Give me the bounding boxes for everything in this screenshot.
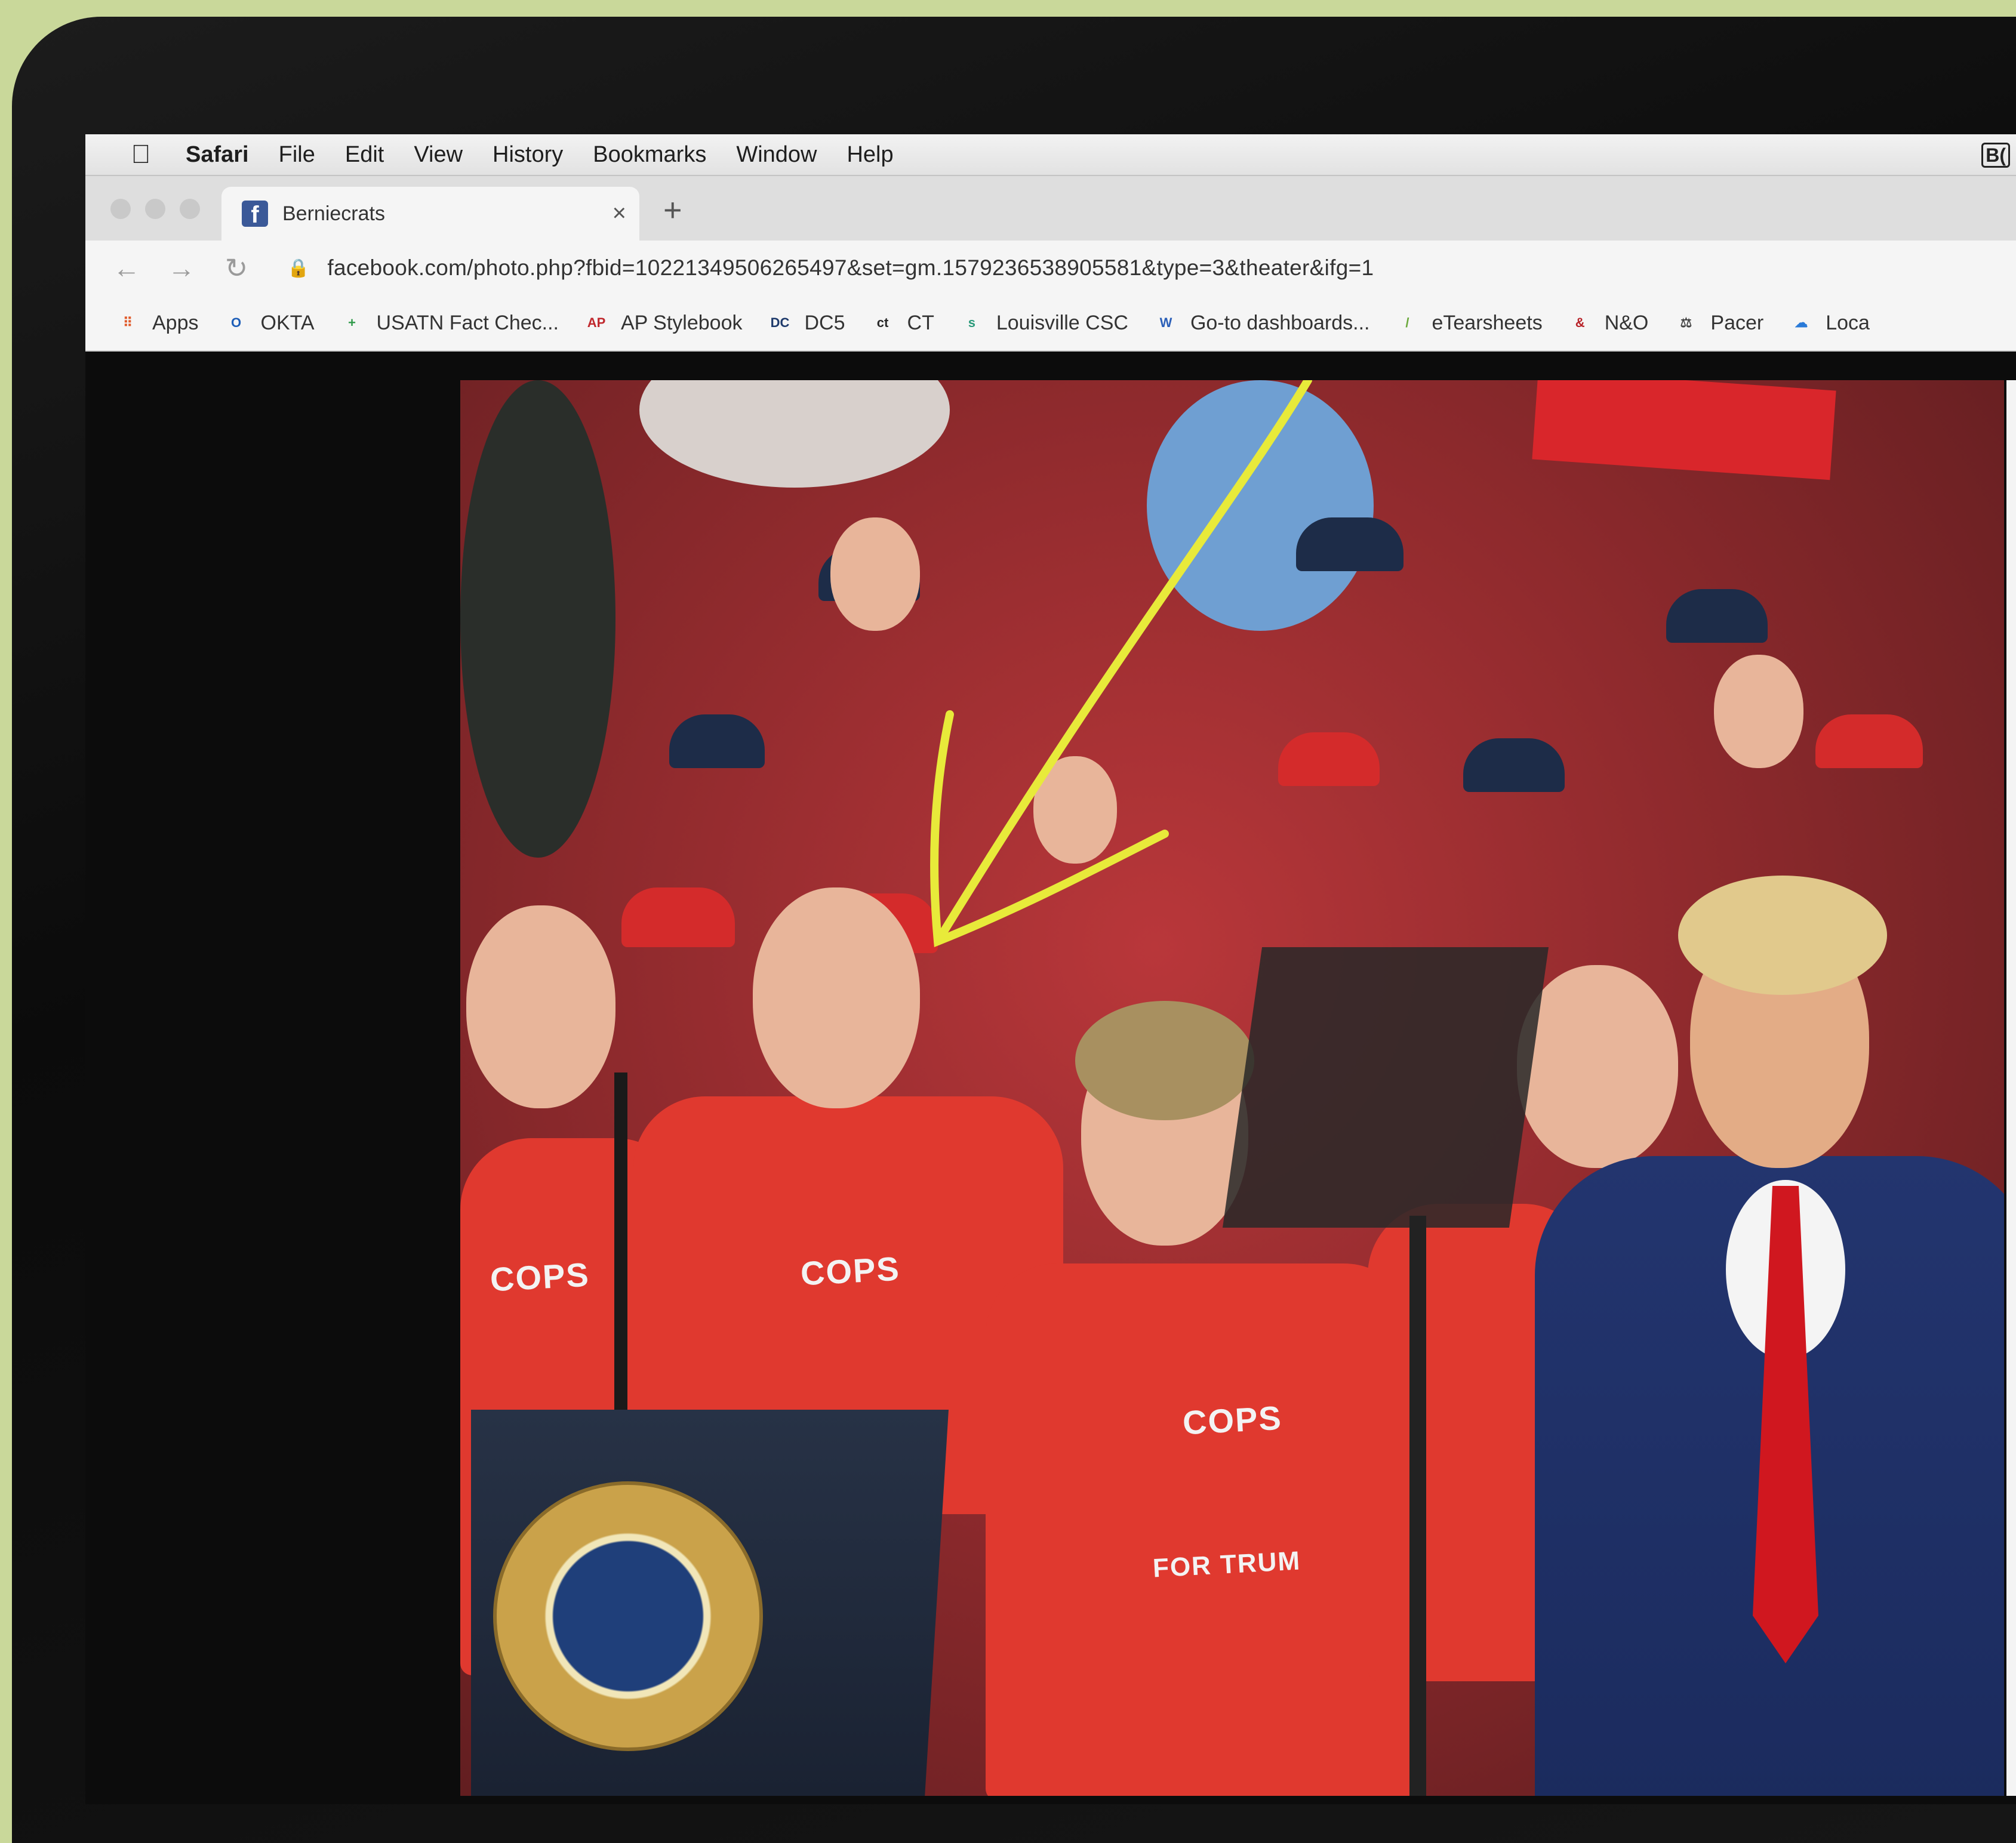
bookmark-item[interactable]: ☁ Loca xyxy=(1789,310,1870,335)
dc5-icon: DC xyxy=(770,315,790,330)
bookmarks-bar: ⠿ Apps O OKTA + USATN Fact Chec... AP AP Styleb… xyxy=(85,295,2016,352)
apple-icon[interactable]:  xyxy=(120,140,162,169)
menu-status-item[interactable]: B( xyxy=(1981,143,2010,168)
close-tab-icon[interactable]: × xyxy=(613,200,626,227)
menu-window[interactable]: Window xyxy=(736,142,817,168)
bookmark-item[interactable]: AP AP Stylebook xyxy=(584,310,743,335)
url-text[interactable]: facebook.com/photo.php?fbid=102213495062… xyxy=(327,255,1374,281)
tab-berniecrats[interactable]: f Berniecrats × xyxy=(221,187,639,241)
menu-app-safari[interactable]: Safari xyxy=(186,142,249,168)
bookmark-item[interactable]: ct CT xyxy=(870,310,934,335)
louisville-icon: s xyxy=(968,315,975,330)
ct-icon: ct xyxy=(876,315,889,330)
menu-bar:  Safari File Edit View History Bookmark… xyxy=(85,134,2016,176)
minimize-window-button[interactable] xyxy=(145,199,165,219)
zoom-window-button[interactable] xyxy=(180,199,200,219)
back-button[interactable]: ← xyxy=(113,252,140,284)
rally-photo[interactable]: COPS COPS COPS FOR TRUM xyxy=(460,380,2004,1796)
bookmark-item[interactable]: ⠿ Apps xyxy=(115,310,199,335)
bookmark-item[interactable]: s Louisville CSC xyxy=(959,310,1128,335)
bookmark-label: DC5 xyxy=(804,311,845,334)
bookmark-label: USATN Fact Chec... xyxy=(376,311,559,334)
toolbar: ← → ↻ 🔒 facebook.com/photo.php?fbid=1022… xyxy=(85,241,2016,295)
address-bar[interactable]: 🔒 facebook.com/photo.php?fbid=1022134950… xyxy=(270,245,2016,291)
menu-view[interactable]: View xyxy=(414,142,463,168)
etearsheets-icon: / xyxy=(1405,315,1409,330)
close-window-button[interactable] xyxy=(110,199,131,219)
bookmark-label: Pacer xyxy=(1710,311,1764,334)
bookmark-label: OKTA xyxy=(260,311,315,334)
cloud-icon: ☁ xyxy=(1795,315,1808,330)
okta-icon: O xyxy=(230,315,242,330)
bookmark-label: Louisville CSC xyxy=(996,311,1128,334)
scales-icon: ⚖ xyxy=(1680,315,1692,330)
screen:  Safari File Edit View History Bookmark… xyxy=(85,134,2016,1804)
bookmark-label: Loca xyxy=(1826,311,1870,334)
menu-bookmarks[interactable]: Bookmarks xyxy=(593,142,706,168)
bookmark-item[interactable]: O OKTA xyxy=(224,310,315,335)
bookmark-label: AP Stylebook xyxy=(620,311,743,334)
bookmark-item[interactable]: W Go-to dashboards... xyxy=(1153,310,1370,335)
tab-title: Berniecrats xyxy=(282,202,385,225)
menu-help[interactable]: Help xyxy=(847,142,893,168)
ap-icon: AP xyxy=(587,315,606,330)
menu-history[interactable]: History xyxy=(493,142,563,168)
reload-button[interactable]: ↻ xyxy=(223,252,250,284)
bookmark-label: CT xyxy=(907,311,934,334)
forward-button[interactable]: → xyxy=(168,252,195,284)
tab-strip: f Berniecrats × + xyxy=(85,176,2016,241)
photo-viewer: COPS COPS COPS FOR TRUM xyxy=(85,352,2016,1804)
bookmark-label: Apps xyxy=(152,311,199,334)
bookmark-item[interactable]: DC DC5 xyxy=(768,310,845,335)
bookmark-label: N&O xyxy=(1604,311,1649,334)
menu-edit[interactable]: Edit xyxy=(345,142,384,168)
bookmark-item[interactable]: ⚖ Pacer xyxy=(1673,310,1764,335)
usatn-icon: + xyxy=(348,315,356,330)
lock-icon: 🔒 xyxy=(287,258,310,278)
no-icon: & xyxy=(1575,315,1585,330)
bookmark-item[interactable]: & N&O xyxy=(1568,310,1649,335)
facebook-icon: f xyxy=(242,201,268,228)
annotation-arrow-icon xyxy=(930,380,1312,947)
word-icon: W xyxy=(1159,315,1172,330)
new-tab-button[interactable]: + xyxy=(663,192,682,229)
bookmark-label: eTearsheets xyxy=(1432,311,1543,334)
bookmark-item[interactable]: + USATN Fact Chec... xyxy=(340,310,559,335)
menu-file[interactable]: File xyxy=(279,142,315,168)
bookmark-item[interactable]: / eTearsheets xyxy=(1395,310,1542,335)
apps-grid-icon: ⠿ xyxy=(122,315,133,330)
bookmark-label: Go-to dashboards... xyxy=(1190,311,1370,334)
comments-panel xyxy=(2006,380,2016,1796)
